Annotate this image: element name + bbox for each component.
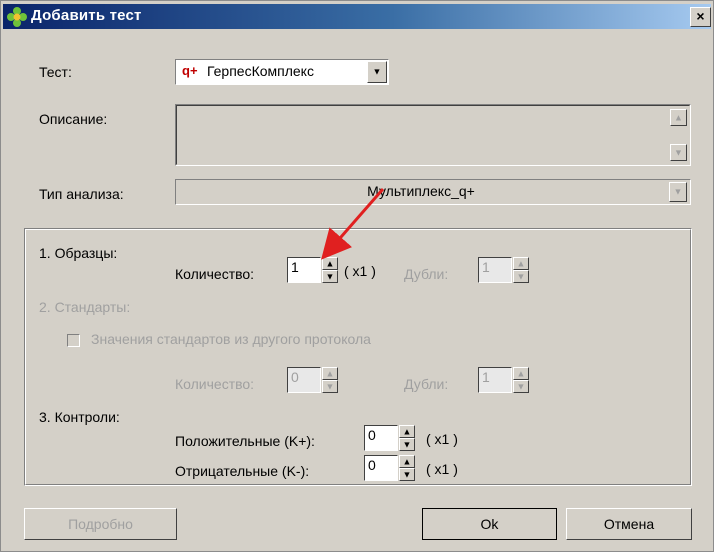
samples-multiplier: ( x1 ) bbox=[344, 263, 376, 279]
spin-down-icon: ▼ bbox=[516, 271, 526, 281]
samples-duplicates-down-button[interactable]: ▼ bbox=[513, 270, 529, 283]
description-label: Описание: bbox=[39, 111, 108, 127]
spin-down-icon: ▼ bbox=[325, 271, 335, 281]
scroll-up-button[interactable]: ▲ bbox=[670, 109, 687, 126]
spin-down-icon: ▼ bbox=[516, 381, 526, 391]
chevron-down-icon: ▼ bbox=[673, 186, 683, 197]
analysis-type-combobox[interactable]: Мультиплекс_q+ ▼ bbox=[175, 179, 691, 205]
standards-checkbox-label: Значения стандартов из другого протокола bbox=[91, 331, 371, 347]
scroll-down-button[interactable]: ▼ bbox=[670, 144, 687, 161]
standards-duplicates-down-button[interactable]: ▼ bbox=[513, 380, 529, 393]
scroll-up-icon: ▲ bbox=[674, 112, 683, 122]
add-test-dialog: Добавить тест × Тест: q+ ГерпесКомплекс … bbox=[0, 0, 714, 552]
spin-up-icon: ▲ bbox=[516, 368, 526, 378]
samples-duplicates-label: Дубли: bbox=[404, 266, 449, 282]
standards-count-up-button[interactable]: ▲ bbox=[322, 367, 338, 380]
standards-duplicates-label: Дубли: bbox=[404, 376, 449, 392]
details-button[interactable]: Подробно bbox=[24, 508, 177, 540]
analysis-type-label: Тип анализа: bbox=[39, 186, 124, 202]
negative-control-up-button[interactable]: ▲ bbox=[399, 455, 415, 468]
close-button[interactable]: × bbox=[690, 7, 711, 27]
positive-control-multiplier: ( x1 ) bbox=[426, 431, 458, 447]
standards-count-down-button[interactable]: ▼ bbox=[322, 380, 338, 393]
spin-up-icon: ▲ bbox=[402, 456, 412, 466]
test-badge-icon: q+ bbox=[182, 63, 198, 78]
ok-button[interactable]: Ok bbox=[422, 508, 557, 540]
controls-heading: 3. Контроли: bbox=[39, 409, 120, 425]
scroll-down-icon: ▼ bbox=[674, 147, 683, 157]
negative-control-multiplier: ( x1 ) bbox=[426, 461, 458, 477]
standards-duplicates-up-button[interactable]: ▲ bbox=[513, 367, 529, 380]
spin-up-icon: ▲ bbox=[325, 368, 335, 378]
close-icon: × bbox=[696, 8, 705, 24]
positive-control-label: Положительные (K+): bbox=[175, 433, 315, 449]
samples-count-up-button[interactable]: ▲ bbox=[322, 257, 338, 270]
title-bar[interactable]: Добавить тест × bbox=[3, 4, 711, 29]
chevron-down-icon: ▼ bbox=[372, 66, 382, 77]
samples-heading: 1. Образцы: bbox=[39, 245, 118, 261]
spin-up-icon: ▲ bbox=[516, 258, 526, 268]
standards-checkbox[interactable] bbox=[67, 334, 80, 347]
samples-duplicates-field[interactable]: 1 bbox=[478, 257, 512, 283]
analysis-type-dropdown-button[interactable]: ▼ bbox=[669, 182, 687, 202]
cancel-button[interactable]: Отмена bbox=[566, 508, 692, 540]
positive-control-field[interactable]: 0 bbox=[364, 425, 398, 451]
window-title: Добавить тест bbox=[31, 7, 142, 24]
app-flower-icon bbox=[7, 7, 27, 27]
spin-down-icon: ▼ bbox=[402, 469, 412, 479]
spin-down-icon: ▼ bbox=[402, 439, 412, 449]
analysis-type-value: Мультиплекс_q+ bbox=[367, 183, 475, 199]
negative-control-label: Отрицательные (K-): bbox=[175, 463, 310, 479]
standards-count-field[interactable]: 0 bbox=[287, 367, 321, 393]
test-label: Тест: bbox=[39, 64, 72, 80]
positive-control-down-button[interactable]: ▼ bbox=[399, 438, 415, 451]
test-value: ГерпесКомплекс bbox=[207, 63, 314, 79]
spin-down-icon: ▼ bbox=[325, 381, 335, 391]
negative-control-down-button[interactable]: ▼ bbox=[399, 468, 415, 481]
spin-up-icon: ▲ bbox=[325, 258, 335, 268]
negative-control-field[interactable]: 0 bbox=[364, 455, 398, 481]
samples-count-field[interactable]: 1 bbox=[287, 257, 321, 283]
standards-duplicates-field[interactable]: 1 bbox=[478, 367, 512, 393]
description-textarea[interactable]: ▲ ▼ bbox=[175, 104, 691, 166]
test-dropdown-button[interactable]: ▼ bbox=[367, 61, 387, 83]
samples-count-down-button[interactable]: ▼ bbox=[322, 270, 338, 283]
positive-control-up-button[interactable]: ▲ bbox=[399, 425, 415, 438]
standards-heading: 2. Стандарты: bbox=[39, 299, 131, 315]
samples-count-label: Количество: bbox=[175, 266, 255, 282]
spin-up-icon: ▲ bbox=[402, 426, 412, 436]
standards-count-label: Количество: bbox=[175, 376, 255, 392]
test-combobox[interactable]: q+ ГерпесКомплекс ▼ bbox=[175, 59, 389, 85]
samples-duplicates-up-button[interactable]: ▲ bbox=[513, 257, 529, 270]
